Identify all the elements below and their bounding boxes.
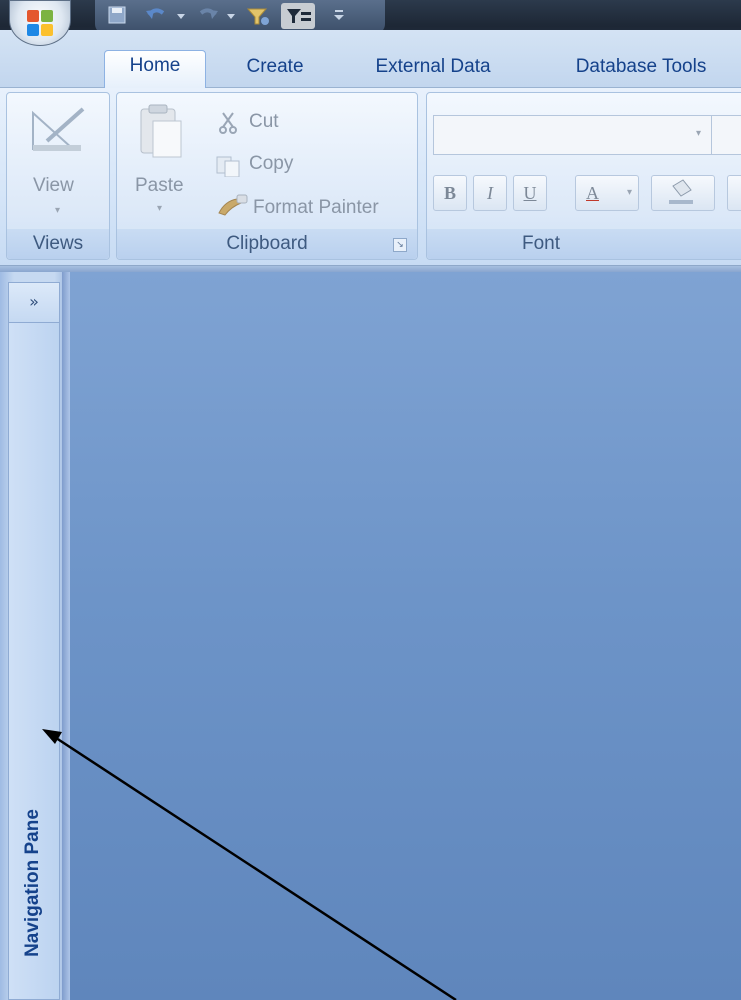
view-icon (29, 105, 89, 155)
workspace-area (70, 272, 741, 1000)
paste-icon (135, 101, 185, 165)
paste-dropdown-icon[interactable]: ▾ (157, 203, 162, 214)
italic-button[interactable]: I (473, 175, 507, 211)
views-group: View ▾ Views (6, 92, 110, 260)
navigation-pane-label[interactable]: Navigation Pane (13, 773, 53, 993)
tab-create[interactable]: Create (230, 52, 320, 88)
font-name-dropdown-icon[interactable]: ▾ (696, 128, 701, 139)
undo-icon[interactable] (145, 5, 165, 25)
bold-button[interactable]: B (433, 175, 467, 211)
office-logo-icon (27, 10, 55, 38)
font-group-label: Font (427, 229, 741, 259)
format-painter-button[interactable]: Format Painter (253, 193, 379, 223)
view-button[interactable]: View (33, 175, 74, 197)
font-color-dropdown-icon[interactable]: ▾ (627, 176, 632, 210)
navigation-pane: » Navigation Pane (0, 272, 70, 1000)
font-size-combo[interactable] (711, 115, 741, 155)
cut-button[interactable]: Cut (249, 107, 279, 137)
clipboard-dialog-launcher-icon[interactable]: ↘ (393, 238, 407, 252)
fill-bucket-icon (669, 179, 693, 204)
redo-dropdown-icon[interactable] (225, 5, 237, 25)
redo-icon[interactable] (195, 5, 218, 25)
font-color-button[interactable]: A ▾ (575, 175, 639, 211)
ribbon-tab-strip: Home Create External Data Database Tools (0, 30, 741, 88)
tab-external-data[interactable]: External Data (352, 52, 514, 88)
format-painter-icon (215, 193, 249, 217)
gridlines-button[interactable] (727, 175, 741, 211)
toggle-filter-icon[interactable] (281, 3, 315, 29)
customize-qat-icon[interactable] (331, 5, 347, 25)
navigation-pane-edge (62, 272, 70, 1000)
fill-color-button[interactable] (651, 175, 715, 211)
navigation-pane-bar[interactable]: » Navigation Pane (8, 282, 60, 1000)
font-group: ▾ B I U A ▾ Font (426, 92, 741, 260)
filter-icon[interactable] (245, 5, 271, 25)
font-group-label-text: Font (521, 233, 561, 254)
view-dropdown-icon[interactable]: ▾ (55, 205, 60, 216)
font-color-label: A (586, 183, 599, 203)
underline-button[interactable]: U (513, 175, 547, 211)
font-name-combo[interactable]: ▾ (433, 115, 723, 155)
clipboard-group-label: Clipboard (117, 229, 417, 259)
undo-dropdown-icon[interactable] (175, 5, 187, 25)
views-group-label: Views (7, 229, 109, 259)
tab-home[interactable]: Home (104, 50, 206, 88)
save-icon[interactable] (107, 5, 127, 25)
navigation-pane-toggle-button[interactable]: » (9, 283, 59, 323)
clipboard-group: Paste ▾ Cut Copy Format Painter Clipboar… (116, 92, 418, 260)
quick-access-toolbar (95, 0, 395, 34)
cut-icon (217, 111, 241, 135)
copy-button[interactable]: Copy (249, 149, 293, 179)
ribbon: View ▾ Views Paste ▾ Cut Copy Format Pai… (0, 88, 741, 266)
tab-database-tools[interactable]: Database Tools (546, 52, 736, 88)
copy-icon (215, 153, 245, 178)
paste-button[interactable]: Paste (135, 175, 184, 197)
